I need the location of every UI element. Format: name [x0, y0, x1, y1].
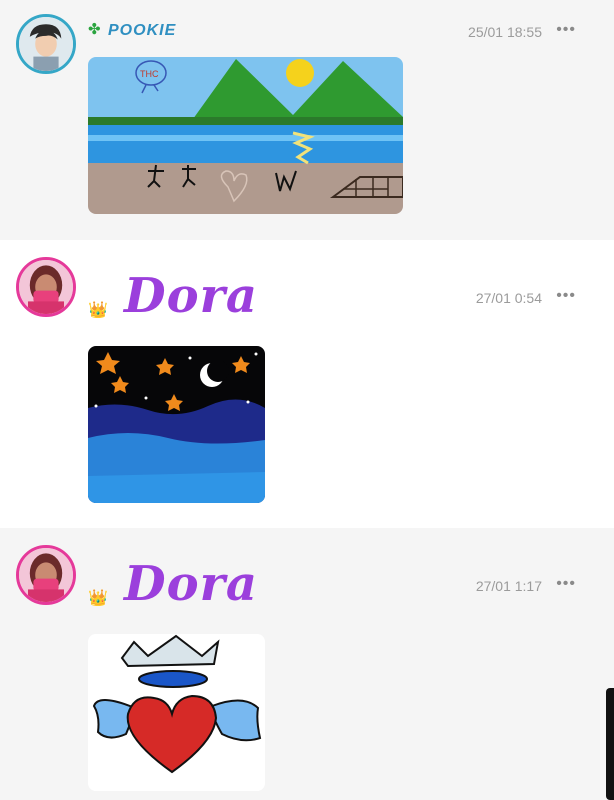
- timestamp: 27/01 0:54: [475, 290, 542, 306]
- image-label: THC: [140, 69, 159, 79]
- username[interactable]: Dora: [124, 556, 258, 612]
- avatar[interactable]: [16, 257, 76, 317]
- more-options-icon[interactable]: •••: [556, 575, 576, 593]
- avatar[interactable]: [16, 14, 76, 74]
- crown-icon: 👑: [88, 302, 108, 319]
- post-image[interactable]: [88, 346, 265, 503]
- username[interactable]: Dora: [124, 268, 258, 324]
- post-item: ✤ POOKIE 25/01 18:55 ••• THC: [0, 0, 614, 240]
- post-item: 👑 Dora 27/01 0:54 •••: [0, 240, 614, 528]
- scrollbar[interactable]: [606, 688, 614, 800]
- timestamp: 27/01 1:17: [475, 578, 542, 594]
- clover-icon: ✤: [88, 21, 101, 38]
- crown-icon: 👑: [88, 590, 108, 607]
- timestamp: 25/01 18:55: [468, 24, 542, 40]
- post-image[interactable]: THC: [88, 57, 403, 214]
- avatar[interactable]: [16, 545, 76, 605]
- avatar-image: [19, 260, 73, 314]
- avatar-image: [19, 17, 73, 71]
- username[interactable]: POOKIE: [108, 22, 176, 40]
- post-image[interactable]: [88, 634, 265, 791]
- more-options-icon[interactable]: •••: [556, 287, 576, 305]
- avatar-image: [19, 548, 73, 602]
- more-options-icon[interactable]: •••: [556, 21, 576, 39]
- post-item: 👑 Dora 27/01 1:17 •••: [0, 528, 614, 800]
